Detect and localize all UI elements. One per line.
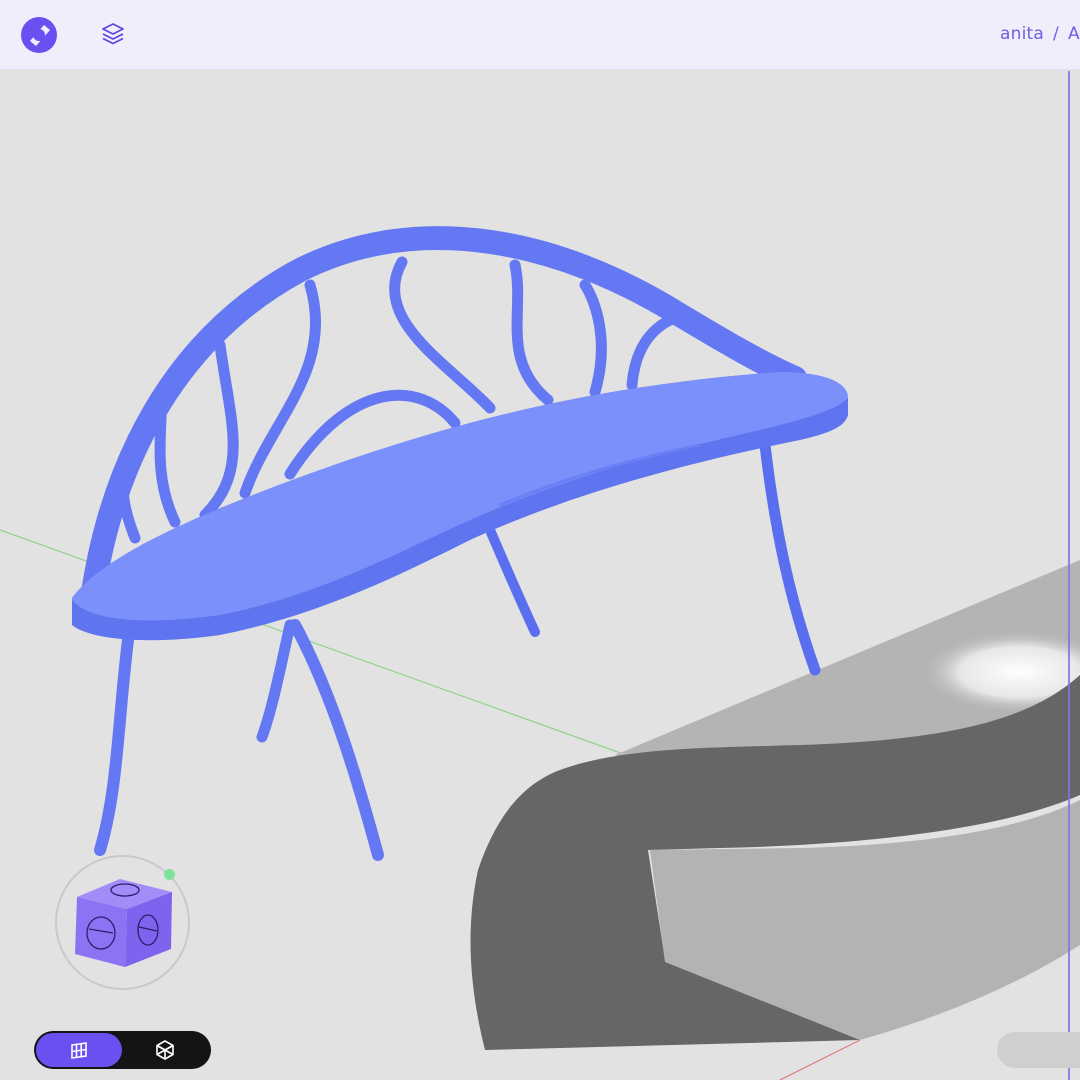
top-bar: anita / A [0, 0, 1080, 70]
breadcrumb-user[interactable]: anita [1000, 24, 1044, 44]
wireframe-cube-icon [156, 1040, 174, 1060]
y-axis-line [779, 1039, 861, 1080]
breadcrumb-separator: / [1053, 24, 1059, 44]
layers-icon[interactable] [98, 19, 128, 49]
app-logo-icon[interactable] [18, 14, 60, 56]
view-mode-toggle [34, 1031, 211, 1069]
breadcrumb: anita / A [1000, 24, 1080, 44]
grid-view-icon [71, 1042, 87, 1059]
right-panel-toggle[interactable] [997, 1032, 1080, 1068]
viewcube-status-dot [164, 869, 175, 880]
viewport-guide-line [1068, 71, 1070, 1080]
breadcrumb-project[interactable]: A [1068, 24, 1080, 44]
wireframe-view-button[interactable] [122, 1033, 208, 1067]
ground-object [470, 560, 1080, 1050]
bench-seat [72, 372, 848, 641]
grid-view-button[interactable] [36, 1033, 122, 1067]
